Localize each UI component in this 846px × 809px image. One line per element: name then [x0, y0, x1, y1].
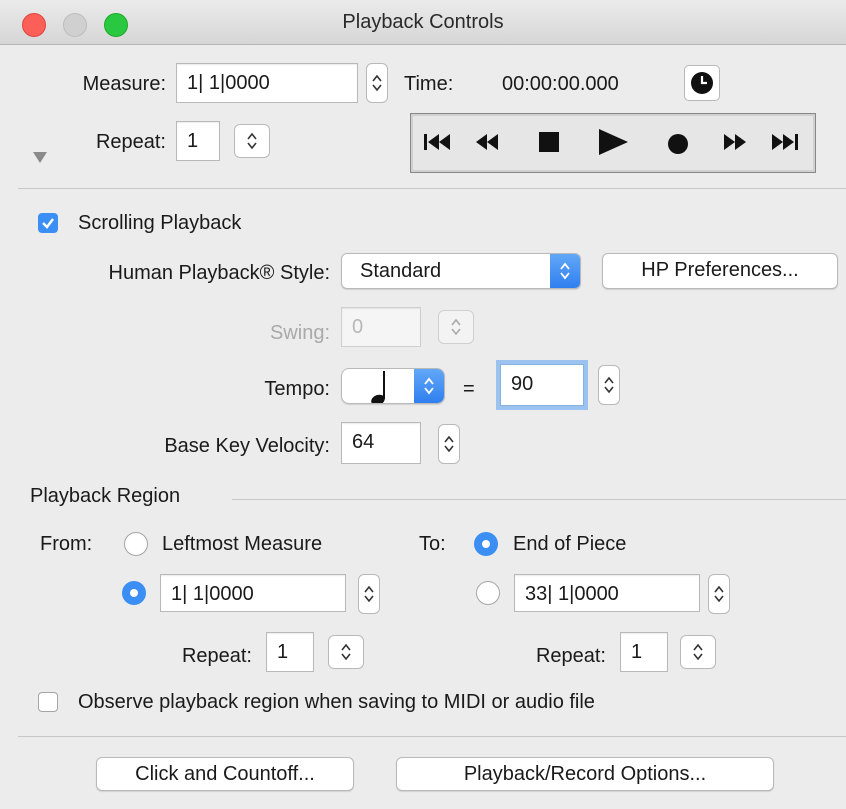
window-title: Playback Controls	[342, 11, 504, 33]
play-icon[interactable]	[597, 128, 629, 156]
skip-to-start-icon[interactable]	[423, 132, 451, 152]
repeat-label: Repeat:	[95, 131, 166, 153]
swing-field[interactable]: 0	[341, 307, 421, 347]
to-repeat-label: Repeat:	[535, 645, 606, 667]
transport-controls	[410, 113, 816, 173]
from-repeat-stepper[interactable]	[328, 635, 364, 669]
stepper-arrows-icon	[714, 585, 724, 603]
tempo-equals-sign: =	[463, 378, 475, 400]
to-measure-radio[interactable]	[476, 581, 500, 605]
to-repeat-stepper[interactable]	[680, 635, 716, 669]
swing-stepper[interactable]	[438, 310, 474, 344]
popup-arrows-icon	[560, 262, 570, 280]
tempo-stepper[interactable]	[598, 365, 620, 405]
time-label: Time:	[404, 73, 454, 95]
stepper-arrows-icon	[247, 132, 257, 150]
hp-style-popup[interactable]: Standard	[341, 253, 581, 289]
measure-field[interactable]: 1| 1|0000	[176, 63, 358, 103]
from-measure-field[interactable]: 1| 1|0000	[160, 574, 346, 612]
to-repeat-field[interactable]: 1	[620, 632, 668, 672]
popup-arrows-icon	[424, 377, 434, 395]
stepper-arrows-icon	[372, 74, 382, 92]
stepper-arrows-icon	[693, 643, 703, 661]
stepper-arrows-icon	[444, 435, 454, 453]
separator	[232, 499, 846, 500]
skip-to-end-icon[interactable]	[771, 132, 799, 152]
click-and-countoff-button[interactable]: Click and Countoff...	[96, 757, 354, 791]
checkmark-icon	[42, 218, 54, 229]
separator	[18, 736, 846, 737]
base-key-velocity-label: Base Key Velocity:	[164, 435, 330, 457]
scrolling-playback-checkbox[interactable]	[38, 213, 58, 233]
tempo-field[interactable]: 90	[500, 364, 584, 406]
hp-preferences-button[interactable]: HP Preferences...	[602, 253, 838, 289]
from-leftmost-radio[interactable]	[124, 532, 148, 556]
hp-style-value: Standard	[360, 260, 442, 282]
scrolling-playback-label: Scrolling Playback	[78, 212, 242, 234]
from-repeat-label: Repeat:	[181, 645, 252, 667]
stepper-arrows-icon	[451, 318, 461, 336]
separator	[18, 188, 846, 189]
from-repeat-field[interactable]: 1	[266, 632, 314, 672]
time-format-button[interactable]	[684, 65, 720, 101]
observe-region-label: Observe playback region when saving to M…	[78, 691, 595, 713]
hp-style-label: Human Playback® Style:	[108, 262, 331, 284]
playback-record-options-button[interactable]: Playback/Record Options...	[396, 757, 774, 791]
base-key-velocity-field[interactable]: 64	[341, 422, 421, 464]
disclosure-triangle-icon[interactable]	[33, 152, 47, 163]
measure-stepper[interactable]	[366, 63, 388, 103]
title-bar[interactable]: Playback Controls	[0, 0, 846, 45]
fast-forward-icon[interactable]	[723, 132, 747, 152]
measure-label: Measure:	[82, 73, 166, 95]
record-icon[interactable]	[667, 133, 689, 155]
quarter-note-icon	[371, 371, 385, 403]
playback-region-heading: Playback Region	[30, 485, 181, 507]
from-leftmost-label: Leftmost Measure	[162, 533, 323, 555]
base-key-velocity-stepper[interactable]	[438, 424, 460, 464]
rewind-icon[interactable]	[475, 132, 499, 152]
to-measure-field[interactable]: 33| 1|0000	[514, 574, 700, 612]
to-measure-stepper[interactable]	[708, 574, 730, 614]
to-end-of-piece-label: End of Piece	[513, 533, 627, 555]
repeat-stepper[interactable]	[234, 124, 270, 158]
stepper-arrows-icon	[341, 643, 351, 661]
clock-icon	[691, 72, 713, 94]
stepper-arrows-icon	[364, 585, 374, 603]
repeat-field[interactable]: 1	[176, 121, 220, 161]
tempo-note-popup[interactable]	[341, 368, 445, 404]
from-measure-radio[interactable]	[122, 581, 146, 605]
to-end-of-piece-radio[interactable]	[474, 532, 498, 556]
swing-label: Swing:	[269, 322, 330, 344]
time-display: 00:00:00.000	[502, 73, 619, 95]
stop-icon[interactable]	[537, 132, 559, 152]
from-measure-stepper[interactable]	[358, 574, 380, 614]
stepper-arrows-icon	[604, 376, 614, 394]
from-label: From:	[40, 533, 93, 555]
tempo-label: Tempo:	[264, 378, 330, 400]
to-label: To:	[419, 533, 446, 555]
observe-region-checkbox[interactable]	[38, 692, 58, 712]
